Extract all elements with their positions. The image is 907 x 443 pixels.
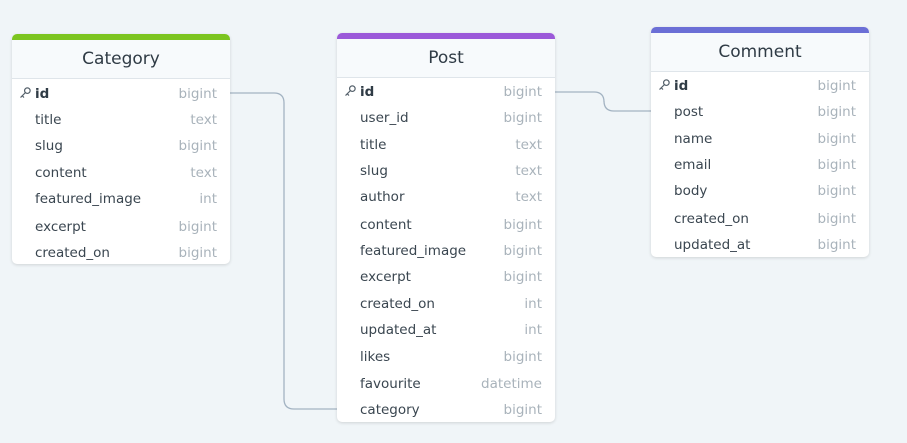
field-row[interactable]: category bigint xyxy=(337,402,555,420)
field-type: datetime xyxy=(481,376,542,392)
field-name: author xyxy=(360,189,405,205)
field-type: text xyxy=(515,189,542,205)
field-row[interactable]: created_on bigint xyxy=(651,211,869,229)
field-name: slug xyxy=(360,163,388,179)
field-type: bigint xyxy=(817,78,857,94)
key-icon xyxy=(19,86,33,100)
table-title: Post xyxy=(337,39,555,78)
field-row[interactable]: post bigint xyxy=(651,104,869,122)
field-row[interactable]: title text xyxy=(337,137,555,155)
table-post[interactable]: Post id bigint user_id bigint title text slug t… xyxy=(337,33,555,422)
field-row[interactable]: favourite datetime xyxy=(337,376,555,394)
field-type: int xyxy=(524,296,542,312)
field-row[interactable]: content text xyxy=(12,165,230,183)
field-name: slug xyxy=(35,138,63,154)
field-row[interactable]: body bigint xyxy=(651,183,869,201)
field-type: bigint xyxy=(817,183,857,199)
field-name: featured_image xyxy=(360,243,467,259)
field-name: favourite xyxy=(360,376,421,392)
table-title: Comment xyxy=(651,33,869,72)
key-icon xyxy=(344,84,358,98)
field-type: int xyxy=(199,191,217,207)
field-type: bigint xyxy=(503,269,543,285)
field-type: bigint xyxy=(503,402,543,418)
field-row[interactable]: updated_at bigint xyxy=(651,237,869,255)
field-name: title xyxy=(35,112,62,128)
field-name: id xyxy=(674,78,689,94)
field-name: title xyxy=(360,137,387,153)
field-type: bigint xyxy=(503,349,543,365)
field-row[interactable]: featured_image int xyxy=(12,191,230,209)
field-row[interactable]: id bigint xyxy=(12,86,230,104)
field-row[interactable]: updated_at int xyxy=(337,322,555,340)
field-row[interactable]: name bigint xyxy=(651,131,869,149)
field-type: text xyxy=(190,112,217,128)
field-type: bigint xyxy=(503,243,543,259)
field-type: bigint xyxy=(817,104,857,120)
field-name: content xyxy=(35,165,87,181)
field-type: text xyxy=(515,163,542,179)
field-row[interactable]: slug bigint xyxy=(12,138,230,156)
field-type: text xyxy=(190,165,217,181)
field-row[interactable]: featured_image bigint xyxy=(337,243,555,261)
field-name: excerpt xyxy=(35,219,86,235)
field-type: bigint xyxy=(817,211,857,227)
field-type: bigint xyxy=(817,157,857,173)
table-title: Category xyxy=(12,40,230,79)
field-type: bigint xyxy=(178,138,218,154)
field-name: body xyxy=(674,183,708,199)
field-row[interactable]: author text xyxy=(337,189,555,207)
field-name: updated_at xyxy=(674,237,751,253)
field-row[interactable]: id bigint xyxy=(337,84,555,102)
field-name: id xyxy=(360,84,375,100)
field-name: excerpt xyxy=(360,269,411,285)
field-type: bigint xyxy=(503,217,543,233)
field-type: bigint xyxy=(503,110,543,126)
field-row[interactable]: excerpt bigint xyxy=(12,219,230,237)
table-category[interactable]: Category id bigint title text slug bigint cont… xyxy=(12,34,230,264)
field-type: int xyxy=(524,322,542,338)
field-name: user_id xyxy=(360,110,409,126)
relation-category-post xyxy=(230,92,338,410)
field-name: updated_at xyxy=(360,322,437,338)
field-type: bigint xyxy=(178,86,218,102)
table-comment[interactable]: Comment id bigint post bigint name bigint emai… xyxy=(651,27,869,257)
field-type: bigint xyxy=(817,237,857,253)
field-type: bigint xyxy=(178,245,218,261)
field-type: bigint xyxy=(503,84,543,100)
field-row[interactable]: created_on int xyxy=(337,296,555,314)
field-name: content xyxy=(360,217,412,233)
field-name: created_on xyxy=(35,245,110,261)
field-row[interactable]: title text xyxy=(12,112,230,130)
field-row[interactable]: likes bigint xyxy=(337,349,555,367)
field-name: name xyxy=(674,131,713,147)
field-row[interactable]: email bigint xyxy=(651,157,869,175)
field-type: text xyxy=(515,137,542,153)
field-type: bigint xyxy=(178,219,218,235)
field-name: email xyxy=(674,157,712,173)
field-name: created_on xyxy=(674,211,749,227)
field-row[interactable]: id bigint xyxy=(651,78,869,96)
field-name: id xyxy=(35,86,50,102)
field-type: bigint xyxy=(817,131,857,147)
field-name: category xyxy=(360,402,420,418)
field-row[interactable]: content bigint xyxy=(337,217,555,235)
relation-post-comment xyxy=(555,91,652,112)
field-name: post xyxy=(674,104,704,120)
field-row[interactable]: slug text xyxy=(337,163,555,181)
field-row[interactable]: excerpt bigint xyxy=(337,269,555,287)
field-name: likes xyxy=(360,349,391,365)
field-name: featured_image xyxy=(35,191,142,207)
field-row[interactable]: created_on bigint xyxy=(12,245,230,263)
field-row[interactable]: user_id bigint xyxy=(337,110,555,128)
field-name: created_on xyxy=(360,296,435,312)
key-icon xyxy=(658,78,672,92)
